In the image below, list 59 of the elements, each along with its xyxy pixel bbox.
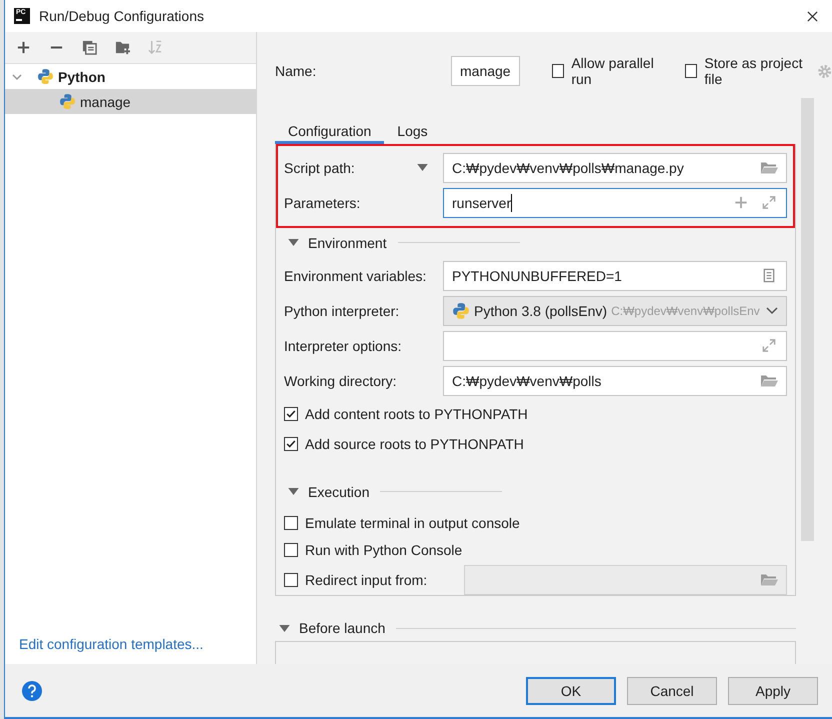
close-icon[interactable] bbox=[807, 10, 818, 22]
checkbox[interactable] bbox=[284, 436, 298, 450]
name-label: Name: bbox=[275, 63, 318, 79]
section-title: Execution bbox=[308, 484, 370, 500]
field-label: Parameters: bbox=[284, 194, 362, 210]
tree-item[interactable]: manage bbox=[5, 89, 256, 114]
collapse-triangle-icon[interactable] bbox=[288, 488, 299, 495]
input-field[interactable]: C:₩pydev₩venv₩polls bbox=[443, 366, 787, 396]
checkbox[interactable] bbox=[284, 572, 298, 586]
window-title: Run/Debug Configurations bbox=[39, 8, 204, 24]
checkbox[interactable] bbox=[284, 543, 298, 557]
interpreter-name: Python 3.8 (pollsEnv) bbox=[474, 302, 608, 318]
dialog-button[interactable]: Apply bbox=[728, 676, 818, 704]
input-field[interactable]: PYTHONUNBUFFERED=1 bbox=[443, 260, 787, 290]
section-title: Environment bbox=[308, 234, 387, 250]
help-icon[interactable] bbox=[22, 680, 42, 700]
tab[interactable]: Logs bbox=[384, 121, 441, 144]
checkbox-label: Emulate terminal in output console bbox=[305, 515, 520, 531]
checkbox-label: Add source roots to PYTHONPATH bbox=[305, 436, 524, 452]
section-title: Before launch bbox=[299, 620, 386, 636]
field-label: Interpreter options: bbox=[284, 338, 403, 354]
add-icon[interactable] bbox=[16, 40, 31, 55]
python-icon bbox=[37, 68, 54, 85]
input-field[interactable] bbox=[464, 564, 787, 594]
field-label: Working directory: bbox=[284, 372, 398, 388]
field-label: Environment variables: bbox=[284, 268, 428, 284]
input-field[interactable]: C:₩pydev₩venv₩polls₩manage.py bbox=[443, 152, 787, 182]
dropdown-triangle-icon[interactable] bbox=[417, 164, 428, 171]
dialog-button[interactable]: Cancel bbox=[627, 676, 717, 704]
interpreter-dropdown[interactable]: Python 3.8 (pollsEnv) C:₩pydev₩venv₩pollsEnv bbox=[443, 296, 787, 326]
tree-item[interactable]: Python bbox=[5, 64, 256, 89]
edit-templates-link[interactable]: Edit configuration templates... bbox=[5, 636, 256, 652]
interpreter-path: C:₩pydev₩venv₩pollsEnv bbox=[611, 304, 761, 318]
folder-icon[interactable] bbox=[760, 373, 778, 388]
name-field[interactable]: manage bbox=[451, 56, 520, 86]
checkbox-label: Allow parallel run bbox=[571, 55, 655, 87]
checkbox-label: Run with Python Console bbox=[305, 542, 462, 558]
sort-icon bbox=[148, 40, 163, 55]
python-icon bbox=[452, 302, 470, 320]
python-icon bbox=[59, 93, 76, 110]
field-label: Script path: bbox=[284, 160, 356, 176]
checkbox-label: Add content roots to PYTHONPATH bbox=[305, 406, 528, 422]
scrollbar[interactable] bbox=[801, 98, 814, 541]
checkbox[interactable] bbox=[284, 407, 298, 421]
checkbox[interactable] bbox=[684, 64, 698, 78]
folder-icon[interactable] bbox=[760, 160, 778, 175]
collapse-triangle-icon[interactable] bbox=[279, 624, 290, 632]
checkbox-label: Store as project file bbox=[704, 55, 804, 87]
field-label: Python interpreter: bbox=[284, 302, 400, 318]
input-field[interactable] bbox=[443, 330, 787, 360]
collapse-triangle-icon[interactable] bbox=[288, 239, 299, 246]
checkbox-label: Redirect input from: bbox=[305, 572, 428, 588]
copy-icon[interactable] bbox=[82, 40, 97, 55]
checkbox[interactable] bbox=[552, 64, 564, 78]
checkbox[interactable] bbox=[284, 516, 298, 530]
dialog-button[interactable]: OK bbox=[526, 676, 616, 704]
tab[interactable]: Configuration bbox=[275, 121, 384, 144]
folder-plus-icon[interactable] bbox=[115, 40, 130, 55]
chevron-down-icon bbox=[766, 306, 778, 314]
